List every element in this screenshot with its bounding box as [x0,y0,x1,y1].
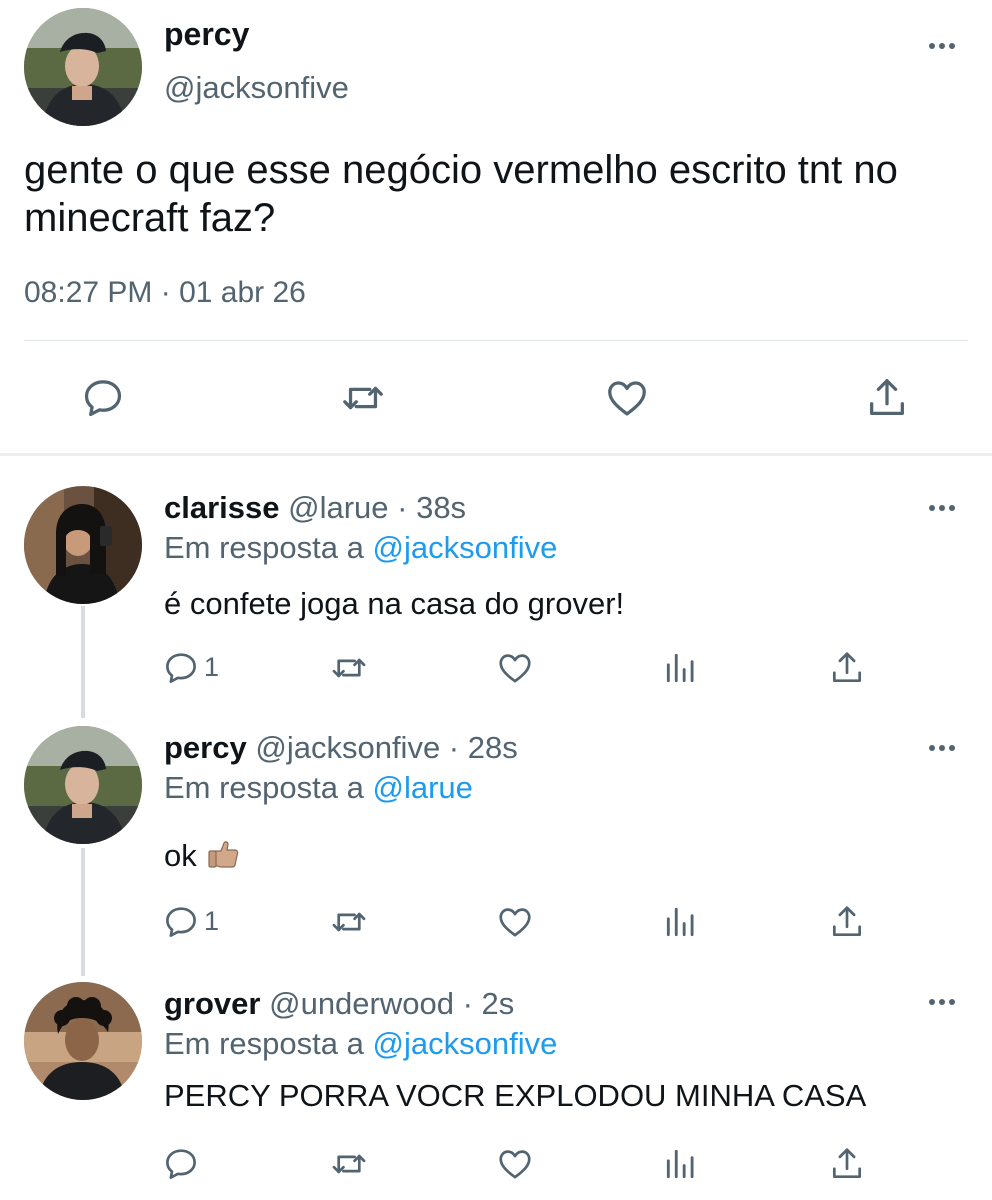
like-button[interactable] [496,649,534,687]
reply-button[interactable] [162,1145,200,1183]
reply-icon [80,375,126,421]
reply-tweet: clarisse @larue · 38s Em resposta a @jac… [0,486,992,716]
author-handle-time[interactable]: @jacksonfive · 28s [255,730,517,765]
retweet-button[interactable] [330,1145,368,1183]
in-reply-to-link[interactable]: @larue [373,770,473,805]
section-divider [0,453,992,456]
author-handle-time[interactable]: @larue · 38s [288,490,466,525]
more-icon [924,36,960,56]
share-button[interactable] [864,375,910,421]
retweet-button[interactable] [340,375,386,421]
share-button[interactable] [828,1145,866,1183]
like-button[interactable] [604,375,650,421]
retweet-icon [330,1145,368,1183]
retweet-icon [330,649,368,687]
share-icon [828,649,866,687]
reply-icon [162,649,200,687]
more-options-button[interactable] [924,992,960,1012]
in-reply-to: Em resposta a @jacksonfive [164,530,557,566]
tweet-timestamp[interactable]: 08:27 PM · 01 abr 26 [24,276,306,310]
retweet-button[interactable] [330,903,368,941]
share-button[interactable] [828,649,866,687]
reply-header: clarisse @larue · 38s [164,490,466,526]
more-icon [924,738,960,758]
author-handle-time[interactable]: @underwood · 2s [269,986,514,1021]
retweet-icon [330,903,368,941]
in-reply-to-link[interactable]: @jacksonfive [373,530,558,565]
view-stats-button[interactable] [662,1145,700,1183]
author-handle[interactable]: @jacksonfive [164,70,349,106]
like-icon [604,375,650,421]
share-button[interactable] [828,903,866,941]
stats-icon [662,903,700,941]
avatar-clarisse-image [24,486,142,604]
reply-header: percy @jacksonfive · 28s [164,730,518,766]
tweet-text: ok [164,838,197,873]
avatar[interactable] [24,486,142,604]
thumbs-up-icon [205,836,241,872]
like-icon [496,1145,534,1183]
retweet-button[interactable] [330,649,368,687]
avatar[interactable] [24,982,142,1100]
author-name[interactable]: clarisse [164,490,280,525]
reply-icon [162,903,200,941]
stats-icon [662,1145,700,1183]
in-reply-to: Em resposta a @larue [164,770,473,806]
avatar-percy-image [24,726,142,844]
reply-tweet: percy @jacksonfive · 28s Em resposta a @… [0,726,992,966]
like-button[interactable] [496,1145,534,1183]
avatar[interactable] [24,726,142,844]
share-icon [828,1145,866,1183]
tweet-text: PERCY PORRA VOCR EXPLODOU MINHA CASA [164,1078,867,1113]
author-name[interactable]: grover [164,986,260,1021]
share-icon [828,903,866,941]
separator [24,340,968,341]
reply-button[interactable] [80,375,126,421]
main-tweet: percy @jacksonfive gente o que esse negó… [0,0,992,455]
reply-header: grover @underwood · 2s [164,986,514,1022]
in-reply-prefix: Em resposta a [164,1026,364,1061]
in-reply-prefix: Em resposta a [164,530,364,565]
author-name[interactable]: percy [164,730,247,765]
tweet-text: gente o que esse negócio vermelho escrit… [24,148,898,240]
view-stats-button[interactable] [662,903,700,941]
stats-icon [662,649,700,687]
retweet-icon [340,375,386,421]
tweet-text: é confete joga na casa do grover! [164,586,625,621]
avatar-grover-image [24,982,142,1100]
in-reply-to: Em resposta a @jacksonfive [164,1026,557,1062]
like-icon [496,649,534,687]
reply-button[interactable] [162,649,200,687]
reply-button[interactable] [162,903,200,941]
more-options-button[interactable] [924,738,960,758]
reply-count: 1 [204,652,220,682]
reply-icon [162,1145,200,1183]
in-reply-prefix: Em resposta a [164,770,364,805]
reply-count: 1 [204,906,220,936]
tweet-text-container: ok [164,836,241,874]
author-name[interactable]: percy [164,16,249,53]
more-options-button[interactable] [924,498,960,518]
reply-tweet: grover @underwood · 2s Em resposta a @ja… [0,982,992,1200]
in-reply-to-link[interactable]: @jacksonfive [373,1026,558,1061]
avatar-percy-image [24,8,142,126]
more-icon [924,992,960,1012]
like-button[interactable] [496,903,534,941]
more-icon [924,498,960,518]
share-icon [864,375,910,421]
view-stats-button[interactable] [662,649,700,687]
more-options-button[interactable] [924,36,960,56]
like-icon [496,903,534,941]
avatar[interactable] [24,8,142,126]
